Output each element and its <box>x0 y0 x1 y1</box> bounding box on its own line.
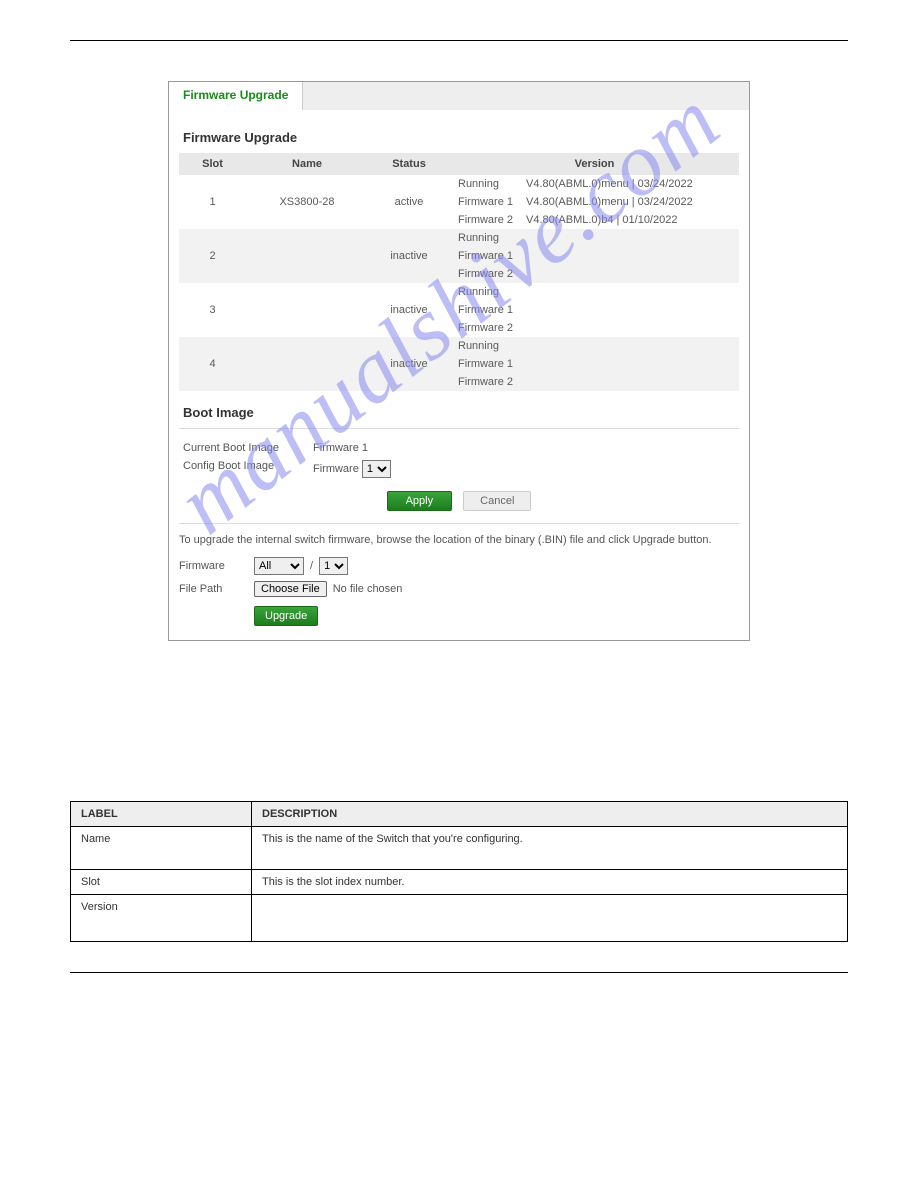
cell-version: Firmware 1 <box>450 301 739 319</box>
cell-version: Running <box>450 283 739 301</box>
section-title-boot-image: Boot Image <box>183 405 739 420</box>
current-boot-image-value: Firmware 1 <box>313 442 368 454</box>
table-row: 4inactiveRunning <box>179 337 739 355</box>
table-row: 1XS3800-28activeRunningV4.80(ABML.0)menu… <box>179 175 739 193</box>
cell-version: Firmware 2 <box>450 265 739 283</box>
desc-row: Slot This is the slot index number. <box>71 870 848 895</box>
table-row: 3inactiveRunning <box>179 283 739 301</box>
tab-bar: Firmware Upgrade <box>169 82 749 110</box>
cell-version: Firmware 2V4.80(ABML.0)b4 | 01/10/2022 <box>450 211 739 229</box>
desc-row: Name This is the name of the Switch that… <box>71 827 848 870</box>
firmware-slash: / <box>310 560 313 572</box>
col-slot: Slot <box>179 153 246 175</box>
file-path-label: File Path <box>179 583 254 595</box>
apply-button[interactable]: Apply <box>387 491 453 511</box>
firmware-target-select[interactable]: All <box>254 557 304 575</box>
cell-name <box>246 337 368 391</box>
cell-status: active <box>368 175 450 229</box>
cell-slot: 1 <box>179 175 246 229</box>
choose-file-button[interactable]: Choose File <box>254 581 327 597</box>
current-boot-image-label: Current Boot Image <box>183 442 313 454</box>
cancel-button[interactable]: Cancel <box>463 491 531 511</box>
cell-status: inactive <box>368 283 450 337</box>
desc-col-label: LABEL <box>71 802 252 827</box>
upgrade-button[interactable]: Upgrade <box>254 606 318 626</box>
cell-version: Firmware 1V4.80(ABML.0)menu | 03/24/2022 <box>450 193 739 211</box>
col-name: Name <box>246 153 368 175</box>
firmware-table: Slot Name Status Version 1XS3800-28activ… <box>179 153 739 391</box>
config-boot-image-prefix: Firmware <box>313 463 359 475</box>
cell-name <box>246 229 368 283</box>
cell-slot: 3 <box>179 283 246 337</box>
cell-version: Firmware 1 <box>450 247 739 265</box>
section-title-firmware-upgrade: Firmware Upgrade <box>183 130 739 145</box>
no-file-chosen-text: No file chosen <box>333 583 403 595</box>
table-row: 2inactiveRunning <box>179 229 739 247</box>
cell-slot: 2 <box>179 229 246 283</box>
cell-version: Firmware 1 <box>450 355 739 373</box>
description-table: LABEL DESCRIPTION Name This is the name … <box>70 801 848 942</box>
cell-version: Firmware 2 <box>450 319 739 337</box>
cell-slot: 4 <box>179 337 246 391</box>
cell-version: RunningV4.80(ABML.0)menu | 03/24/2022 <box>450 175 739 193</box>
cell-status: inactive <box>368 337 450 391</box>
firmware-upgrade-panel: Firmware Upgrade Firmware Upgrade Slot N… <box>168 81 750 641</box>
cell-version: Running <box>450 229 739 247</box>
cell-name <box>246 283 368 337</box>
col-version: Version <box>450 153 739 175</box>
upgrade-note: To upgrade the internal switch firmware,… <box>179 534 739 546</box>
cell-version: Running <box>450 337 739 355</box>
firmware-index-select[interactable]: 1 <box>319 557 348 575</box>
cell-name: XS3800-28 <box>246 175 368 229</box>
desc-col-description: DESCRIPTION <box>252 802 848 827</box>
config-boot-image-select[interactable]: 1 <box>362 460 391 478</box>
firmware-select-label: Firmware <box>179 560 254 572</box>
col-status: Status <box>368 153 450 175</box>
config-boot-image-label: Config Boot Image <box>183 460 313 478</box>
cell-version: Firmware 2 <box>450 373 739 391</box>
cell-status: inactive <box>368 229 450 283</box>
tab-firmware-upgrade[interactable]: Firmware Upgrade <box>169 82 303 110</box>
desc-row: Version <box>71 895 848 942</box>
